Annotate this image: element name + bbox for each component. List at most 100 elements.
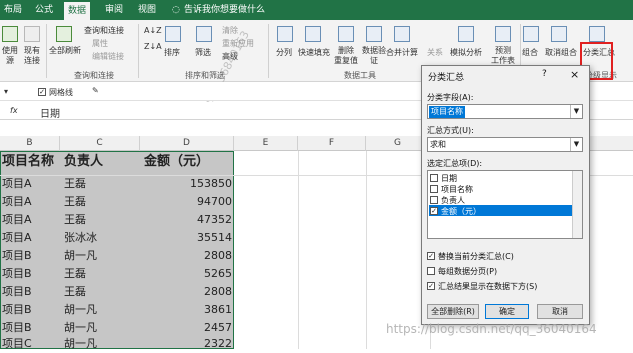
sort-icon[interactable] <box>165 26 181 42</box>
what-if-icon[interactable] <box>458 26 474 42</box>
consolidate-icon[interactable] <box>394 26 410 42</box>
cell-amount[interactable]: 5265 <box>144 265 232 283</box>
column-header-c[interactable]: C <box>60 136 140 151</box>
gridlines-checkbox[interactable]: ✓ <box>38 88 46 96</box>
close-icon[interactable]: × <box>570 68 579 81</box>
group-rows-icon[interactable] <box>523 26 539 42</box>
items-list[interactable]: 日期 项目名称 负责人 ✓ 金额（元） <box>427 170 583 239</box>
text-to-columns-icon[interactable] <box>277 26 293 42</box>
cell-owner[interactable]: 胡一凡 <box>64 335 138 353</box>
cell-amount[interactable]: 153850 <box>144 175 232 193</box>
consolidate-button[interactable]: 合并计算 <box>386 47 418 58</box>
refresh-all-label[interactable]: 全部刷新 <box>48 46 82 56</box>
cell-project[interactable]: 项目B <box>2 301 58 319</box>
format-painter-icon[interactable]: ✎ <box>92 86 99 95</box>
summary-below-checkbox[interactable]: ✓ <box>427 282 435 290</box>
properties-button[interactable]: 属性 <box>92 38 108 49</box>
cell-owner[interactable]: 王磊 <box>64 283 138 301</box>
column-header-e[interactable]: E <box>234 136 298 151</box>
header-amount[interactable]: 金额（元） <box>144 153 232 171</box>
forecast-sheet-button[interactable]: 预测 工作表 <box>485 46 521 66</box>
menu-data[interactable]: 数据 <box>64 2 91 20</box>
sort-za-button[interactable]: Z↓A <box>144 42 162 51</box>
cell-owner[interactable]: 胡一凡 <box>64 247 138 265</box>
fx-icon[interactable]: fx <box>10 106 18 115</box>
cell-amount[interactable]: 94700 <box>144 193 232 211</box>
pagebreak-checkbox[interactable] <box>427 267 435 275</box>
flash-fill-icon[interactable] <box>305 26 321 42</box>
text-to-columns-button[interactable]: 分列 <box>276 47 292 58</box>
view-dropdown-icon[interactable]: ▾ <box>4 87 8 96</box>
group-rows-button[interactable]: 组合 <box>522 47 538 58</box>
data-validation-icon[interactable] <box>366 26 382 42</box>
item-checkbox[interactable]: ✓ <box>430 207 438 215</box>
cell-project[interactable]: 项目C <box>2 335 58 353</box>
item-checkbox[interactable] <box>430 174 438 182</box>
cell-amount[interactable]: 2808 <box>144 283 232 301</box>
remove-duplicates-button[interactable]: 删除 重复值 <box>332 46 360 66</box>
chevron-down-icon[interactable]: ▼ <box>570 105 582 118</box>
menu-layout[interactable]: 布局 <box>0 0 26 20</box>
subtotal-icon[interactable] <box>589 26 605 42</box>
item-checkbox[interactable] <box>430 196 438 204</box>
remove-duplicates-icon[interactable] <box>338 26 354 42</box>
cell-project[interactable]: 项目A <box>2 229 58 247</box>
clear-button[interactable]: 清除 <box>222 25 238 36</box>
cell-amount[interactable]: 35514 <box>144 229 232 247</box>
data-validation-button[interactable]: 数据验证 <box>360 46 388 66</box>
edit-links-button[interactable]: 编辑链接 <box>92 51 124 62</box>
cell-owner[interactable]: 张冰冰 <box>64 229 138 247</box>
remove-all-button[interactable]: 全部删除(R) <box>427 304 479 319</box>
cell-project[interactable]: 项目A <box>2 193 58 211</box>
column-header-d[interactable]: D <box>140 136 234 151</box>
header-owner[interactable]: 负责人 <box>64 153 138 171</box>
cell-owner[interactable]: 王磊 <box>64 211 138 229</box>
header-project[interactable]: 项目名称 <box>2 153 58 171</box>
forecast-sheet-icon[interactable] <box>495 26 511 42</box>
cell-project[interactable]: 项目B <box>2 265 58 283</box>
chevron-down-icon[interactable]: ▼ <box>570 138 582 151</box>
cancel-button[interactable]: 取消 <box>537 304 583 319</box>
existing-connections-label[interactable]: 现有 连接 <box>20 46 44 66</box>
relationships-button[interactable]: 关系 <box>427 47 443 58</box>
cell-project[interactable]: 项目A <box>2 175 58 193</box>
cell-project[interactable]: 项目A <box>2 211 58 229</box>
function-select[interactable]: 求和 ▼ <box>427 137 583 152</box>
new-query-label[interactable]: 使用源 <box>0 46 20 66</box>
ungroup-icon[interactable] <box>551 26 567 42</box>
column-header-f[interactable]: F <box>298 136 366 151</box>
filter-icon[interactable] <box>196 26 212 42</box>
formula-input[interactable]: 日期 <box>40 105 60 120</box>
cell-owner[interactable]: 王磊 <box>64 265 138 283</box>
sort-button[interactable]: 排序 <box>164 47 180 58</box>
replace-checkbox[interactable]: ✓ <box>427 252 435 260</box>
menu-formulas[interactable]: 公式 <box>31 0 57 20</box>
cell-project[interactable]: 项目B <box>2 283 58 301</box>
new-query-icon[interactable] <box>2 26 18 42</box>
cell-owner[interactable]: 王磊 <box>64 193 138 211</box>
tell-me-search[interactable]: 告诉我你想要做什么 <box>180 0 269 20</box>
cell-amount[interactable]: 2808 <box>144 247 232 265</box>
existing-connections-icon[interactable] <box>24 26 40 42</box>
ok-button[interactable]: 确定 <box>485 304 529 319</box>
cell-owner[interactable]: 胡一凡 <box>64 301 138 319</box>
column-header-b[interactable]: B <box>0 136 60 151</box>
refresh-all-icon[interactable] <box>56 26 72 42</box>
cell-project[interactable]: 项目B <box>2 247 58 265</box>
item-checkbox[interactable] <box>430 185 438 193</box>
cell-amount[interactable]: 2322 <box>144 335 232 353</box>
field-select[interactable]: 项目名称 ▼ <box>427 104 583 119</box>
help-icon[interactable]: ? <box>542 69 547 79</box>
cell-amount[interactable]: 47352 <box>144 211 232 229</box>
menu-view[interactable]: 视图 <box>134 0 160 20</box>
menu-review[interactable]: 审阅 <box>101 0 127 20</box>
filter-button[interactable]: 筛选 <box>195 47 211 58</box>
what-if-button[interactable]: 模拟分析 <box>450 47 482 58</box>
cell-amount[interactable]: 3861 <box>144 301 232 319</box>
cell-owner[interactable]: 王磊 <box>64 175 138 193</box>
ungroup-button[interactable]: 取消组合 <box>545 47 577 58</box>
items-scrollbar[interactable] <box>572 171 582 238</box>
queries-connections-button[interactable]: 查询和连接 <box>84 25 124 36</box>
sort-az-button[interactable]: A↓Z <box>144 26 162 35</box>
flash-fill-button[interactable]: 快速填充 <box>298 47 330 58</box>
